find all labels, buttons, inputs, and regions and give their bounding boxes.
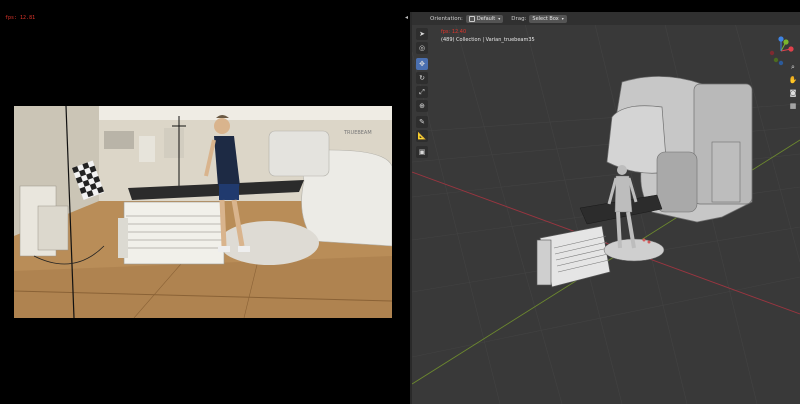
scale-tool-icon[interactable]: ⤢ bbox=[416, 86, 428, 98]
grid-icon[interactable]: ▦ bbox=[788, 101, 798, 111]
drag-dropdown[interactable]: Select Box ▾ bbox=[529, 14, 567, 23]
transform-tool-icon[interactable]: ⊕ bbox=[416, 100, 428, 112]
collection-info: (489) Collection | Varian_truebeam35 bbox=[441, 37, 535, 43]
hand-pan-icon[interactable]: ✋ bbox=[788, 75, 798, 85]
add-cube-tool-icon[interactable]: ▣ bbox=[416, 146, 428, 158]
orientation-icon bbox=[468, 15, 475, 22]
chevron-down-icon: ▾ bbox=[561, 16, 564, 21]
blender-3d-viewport[interactable]: Orientation: Default ▾ Drag: Select Box … bbox=[412, 12, 800, 404]
move-tool-icon[interactable]: ✥ bbox=[416, 58, 428, 70]
viewport-header: Orientation: Default ▾ Drag: Select Box … bbox=[412, 12, 800, 25]
cursor-tool-icon[interactable]: ➤ bbox=[416, 28, 428, 40]
camera-video-frame: TRUEBEAM bbox=[14, 106, 392, 318]
top-bar bbox=[0, 0, 800, 12]
chevron-left-icon[interactable]: ◂ bbox=[405, 14, 408, 21]
video-panel: fps: 12.81 TRUEBEAM bbox=[0, 12, 410, 404]
orientation-dropdown[interactable]: Default ▾ bbox=[465, 14, 504, 23]
cursor-3d-tool-icon[interactable]: ◎ bbox=[416, 42, 428, 54]
drag-value: Select Box bbox=[532, 15, 559, 22]
orientation-value: Default bbox=[476, 15, 496, 22]
zoom-icon[interactable]: ⌕ bbox=[788, 62, 798, 72]
viewport-overlay-info: fps: 12.40 (489) Collection | Varian_tru… bbox=[441, 28, 535, 44]
rotate-tool-icon[interactable]: ↻ bbox=[416, 72, 428, 84]
chevron-down-icon: ▾ bbox=[498, 16, 501, 21]
svg-text:TRUEBEAM: TRUEBEAM bbox=[343, 130, 372, 136]
fps-readout-left: fps: 12.81 bbox=[5, 15, 36, 21]
treatment-room-photo: TRUEBEAM bbox=[14, 106, 392, 318]
tool-shelf: ➤ ◎ ✥ ↻ ⤢ ⊕ ✎ 📐 ▣ bbox=[416, 28, 428, 160]
viewport-nav-buttons: ⌕ ✋ ◙ ▦ bbox=[788, 62, 798, 114]
orientation-label: Orientation: bbox=[430, 15, 463, 22]
annotate-tool-icon[interactable]: ✎ bbox=[416, 116, 428, 128]
camera-icon[interactable]: ◙ bbox=[788, 88, 798, 98]
viewport-scene bbox=[412, 12, 800, 404]
fps-readout-viewport: fps: 12.40 bbox=[441, 29, 467, 35]
measure-tool-icon[interactable]: 📐 bbox=[416, 130, 428, 142]
drag-label: Drag: bbox=[511, 15, 527, 22]
